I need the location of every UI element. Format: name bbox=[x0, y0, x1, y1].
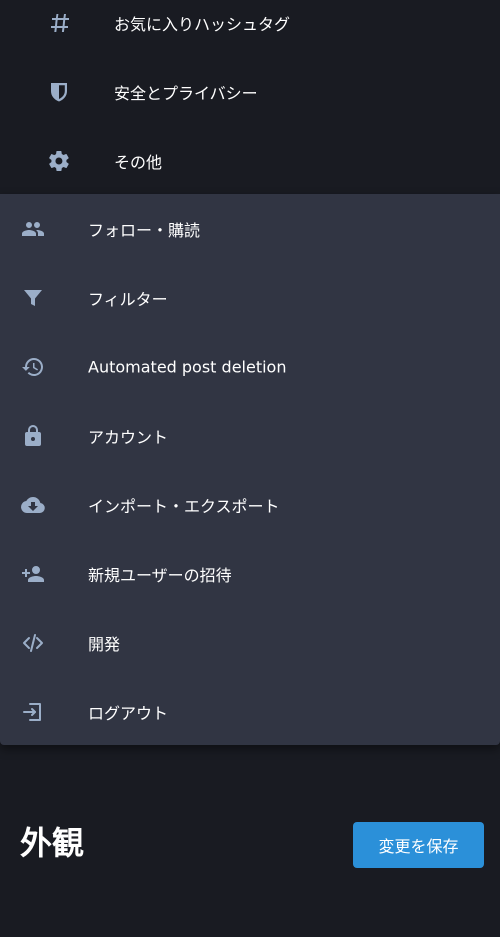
menu-item-automated-deletion[interactable]: Automated post deletion bbox=[0, 332, 500, 401]
menu-item-label: インポート・エクスポート bbox=[88, 496, 280, 516]
menu-item-label: ログアウト bbox=[88, 703, 169, 723]
user-plus-icon bbox=[20, 561, 46, 587]
shield-icon bbox=[46, 79, 72, 105]
menu-item-filters[interactable]: フィルター bbox=[0, 263, 500, 332]
nav-item-label: その他 bbox=[114, 152, 163, 172]
menu-item-label: 新規ユーザーの招待 bbox=[88, 565, 232, 585]
menu-item-label: フォロー・購読 bbox=[88, 220, 201, 240]
menu-item-import-export[interactable]: インポート・エクスポート bbox=[0, 470, 500, 539]
menu-item-account[interactable]: アカウント bbox=[0, 401, 500, 470]
menu-item-label: フィルター bbox=[88, 289, 168, 309]
filter-icon bbox=[20, 285, 46, 311]
nav-item-privacy[interactable]: 安全とプライバシー bbox=[0, 57, 500, 126]
nav-item-other[interactable]: その他 bbox=[0, 126, 500, 195]
lock-icon bbox=[20, 423, 46, 449]
cloud-download-icon bbox=[20, 492, 46, 518]
hashtag-icon bbox=[46, 10, 72, 36]
nav-item-label: 安全とプライバシー bbox=[114, 83, 258, 103]
nav-item-featured-tags[interactable]: お気に入りハッシュタグ bbox=[0, 0, 500, 57]
menu-item-follows[interactable]: フォロー・購読 bbox=[0, 194, 500, 263]
menu-item-label: アカウント bbox=[88, 427, 169, 447]
history-icon bbox=[20, 354, 46, 380]
settings-dropdown-menu: フォロー・購読 フィルター Automated post deletion アカ… bbox=[0, 194, 500, 745]
menu-item-invites[interactable]: 新規ユーザーの招待 bbox=[0, 539, 500, 608]
menu-item-label: 開発 bbox=[88, 634, 121, 654]
gear-icon bbox=[46, 148, 72, 174]
sign-out-icon bbox=[20, 699, 46, 725]
menu-item-label: Automated post deletion bbox=[88, 357, 287, 376]
code-icon bbox=[20, 630, 46, 656]
page-title: 外観 bbox=[20, 824, 85, 862]
menu-item-development[interactable]: 開発 bbox=[0, 608, 500, 677]
settings-page: お気に入りハッシュタグ 安全とプライバシー その他 フォロー・購読 フィルター bbox=[0, 0, 500, 937]
save-changes-button[interactable]: 変更を保存 bbox=[353, 822, 484, 868]
menu-item-logout[interactable]: ログアウト bbox=[0, 677, 500, 746]
users-icon bbox=[20, 216, 46, 242]
nav-item-label: お気に入りハッシュタグ bbox=[114, 14, 291, 34]
